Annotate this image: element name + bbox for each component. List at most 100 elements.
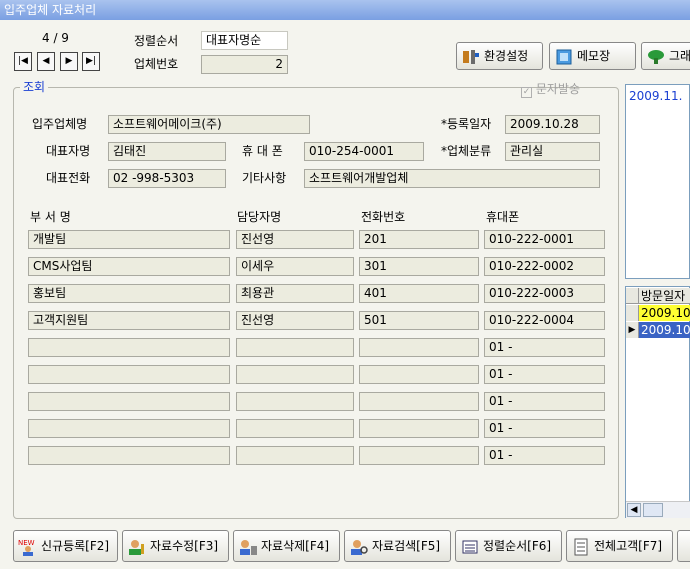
all-customers-button[interactable]: 전체고객[F7]: [566, 530, 673, 562]
manager-cell[interactable]: [236, 446, 354, 465]
delete-record-label: 자료삭제[F4]: [261, 539, 330, 553]
next-record-button[interactable]: ▶: [60, 52, 78, 71]
cellphone-cell[interactable]: 01 -: [484, 446, 605, 465]
tel-label: 대표전화: [46, 171, 91, 185]
new-record-button[interactable]: NEW 신규등록[F2]: [13, 530, 118, 562]
sort-order-field[interactable]: 대표자명순: [201, 31, 288, 50]
ceo-field[interactable]: 김태진: [108, 142, 226, 161]
horizontal-scrollbar[interactable]: ◀: [626, 501, 690, 518]
dept-cell[interactable]: 고객지원팀: [28, 311, 230, 330]
cellphone-cell[interactable]: 010-222-0003: [484, 284, 605, 303]
document-list-icon: [574, 538, 588, 555]
manager-cell[interactable]: 이세우: [236, 257, 354, 276]
category-label: *업체분류: [441, 144, 492, 158]
manager-cell[interactable]: [236, 419, 354, 438]
notepad-icon: [556, 49, 572, 64]
company-name-label: 입주업체명: [32, 117, 88, 131]
visit-row[interactable]: 2009.10.: [639, 322, 690, 338]
scroll-left-icon[interactable]: ◀: [627, 503, 641, 517]
dept-cell[interactable]: [28, 446, 230, 465]
row-header: [626, 305, 639, 321]
phone-cell[interactable]: 201: [359, 230, 479, 249]
cellphone-header: 휴대폰: [486, 210, 520, 224]
settings-button[interactable]: 환경설정: [456, 42, 543, 70]
lookup-group-title: 조회: [20, 79, 49, 95]
company-no-field[interactable]: 2: [201, 55, 288, 74]
cellphone-cell[interactable]: 01 -: [484, 338, 605, 357]
graph-button[interactable]: 그래: [641, 42, 690, 70]
dept-cell[interactable]: [28, 419, 230, 438]
tools-icon: [463, 49, 479, 64]
scroll-thumb[interactable]: [643, 503, 663, 517]
dept-cell[interactable]: [28, 392, 230, 411]
user-edit-icon: [129, 539, 144, 555]
misc-field[interactable]: 소프트웨어개발업체: [304, 169, 600, 188]
memo-area[interactable]: 2009.11.: [625, 84, 690, 279]
delete-record-button[interactable]: 자료삭제[F4]: [233, 530, 340, 562]
user-delete-icon: [240, 539, 257, 555]
last-record-button[interactable]: ▶|: [82, 52, 100, 71]
phone-cell[interactable]: 501: [359, 311, 479, 330]
user-search-icon: [351, 539, 368, 555]
dept-cell[interactable]: CMS사업팀: [28, 257, 230, 276]
phone-cell[interactable]: [359, 446, 479, 465]
sms-label: 문자발송: [535, 82, 580, 96]
new-user-icon: NEW: [18, 539, 35, 556]
manager-cell[interactable]: [236, 392, 354, 411]
phone-cell[interactable]: [359, 392, 479, 411]
dept-cell[interactable]: [28, 338, 230, 357]
cellphone-cell[interactable]: 010-222-0004: [484, 311, 605, 330]
cellphone-cell[interactable]: 010-222-0001: [484, 230, 605, 249]
phone-cell[interactable]: [359, 338, 479, 357]
visit-row[interactable]: 2009.10.: [639, 305, 690, 321]
graph-label: 그래: [669, 49, 690, 63]
memo-button[interactable]: 메모장: [549, 42, 636, 70]
visit-date-header: 방문일자: [639, 288, 690, 304]
tel-field[interactable]: 02 -998-5303: [108, 169, 226, 188]
manager-cell[interactable]: [236, 365, 354, 384]
cellphone-cell[interactable]: 010-222-0002: [484, 257, 605, 276]
record-position: 4 / 9: [42, 31, 69, 45]
sort-list-icon: [462, 540, 478, 553]
edit-record-button[interactable]: 자료수정[F3]: [122, 530, 229, 562]
sms-checkbox[interactable]: ✓ 문자발송: [521, 81, 580, 98]
manager-cell[interactable]: 진선영: [236, 311, 354, 330]
settings-label: 환경설정: [484, 49, 529, 63]
cellphone-cell[interactable]: 01 -: [484, 365, 605, 384]
category-field[interactable]: 관리실: [505, 142, 600, 161]
memo-label: 메모장: [577, 49, 611, 63]
dept-cell[interactable]: 개발팀: [28, 230, 230, 249]
search-record-button[interactable]: 자료검색[F5]: [344, 530, 451, 562]
reg-date-field[interactable]: 2009.10.28: [505, 115, 600, 134]
phone-cell[interactable]: 401: [359, 284, 479, 303]
company-name-field[interactable]: 소프트웨어메이크(주): [108, 115, 310, 134]
dept-header: 부 서 명: [30, 210, 71, 224]
window-title: 입주업체 자료처리: [0, 0, 690, 20]
mobile-field[interactable]: 010-254-0001: [304, 142, 424, 161]
dept-cell[interactable]: [28, 365, 230, 384]
manager-cell[interactable]: 진선영: [236, 230, 354, 249]
phone-cell[interactable]: [359, 365, 479, 384]
manager-cell[interactable]: [236, 338, 354, 357]
checkbox-icon: ✓: [521, 87, 532, 98]
misc-label: 기타사항: [242, 171, 287, 185]
graph-icon: [648, 49, 664, 64]
edit-record-label: 자료수정[F3]: [150, 539, 219, 553]
phone-cell[interactable]: [359, 419, 479, 438]
sort-order-button[interactable]: 정렬순서[F6]: [455, 530, 562, 562]
manager-cell[interactable]: 최용관: [236, 284, 354, 303]
visit-grid[interactable]: 방문일자 ▶ 2009.10. 2009.10. ◀: [625, 286, 690, 518]
first-record-button[interactable]: |◀: [14, 52, 32, 71]
current-row-indicator-icon: ▶: [626, 322, 639, 338]
extra-button[interactable]: [677, 530, 690, 562]
cellphone-cell[interactable]: 01 -: [484, 392, 605, 411]
phone-cell[interactable]: 301: [359, 257, 479, 276]
manager-header: 담당자명: [237, 210, 282, 224]
dept-cell[interactable]: 홍보팀: [28, 284, 230, 303]
mobile-label: 휴 대 폰: [242, 144, 283, 158]
ceo-label: 대표자명: [46, 144, 91, 158]
cellphone-cell[interactable]: 01 -: [484, 419, 605, 438]
new-record-label: 신규등록[F2]: [41, 539, 110, 553]
grid-corner: [626, 288, 639, 304]
prev-record-button[interactable]: ◀: [37, 52, 55, 71]
